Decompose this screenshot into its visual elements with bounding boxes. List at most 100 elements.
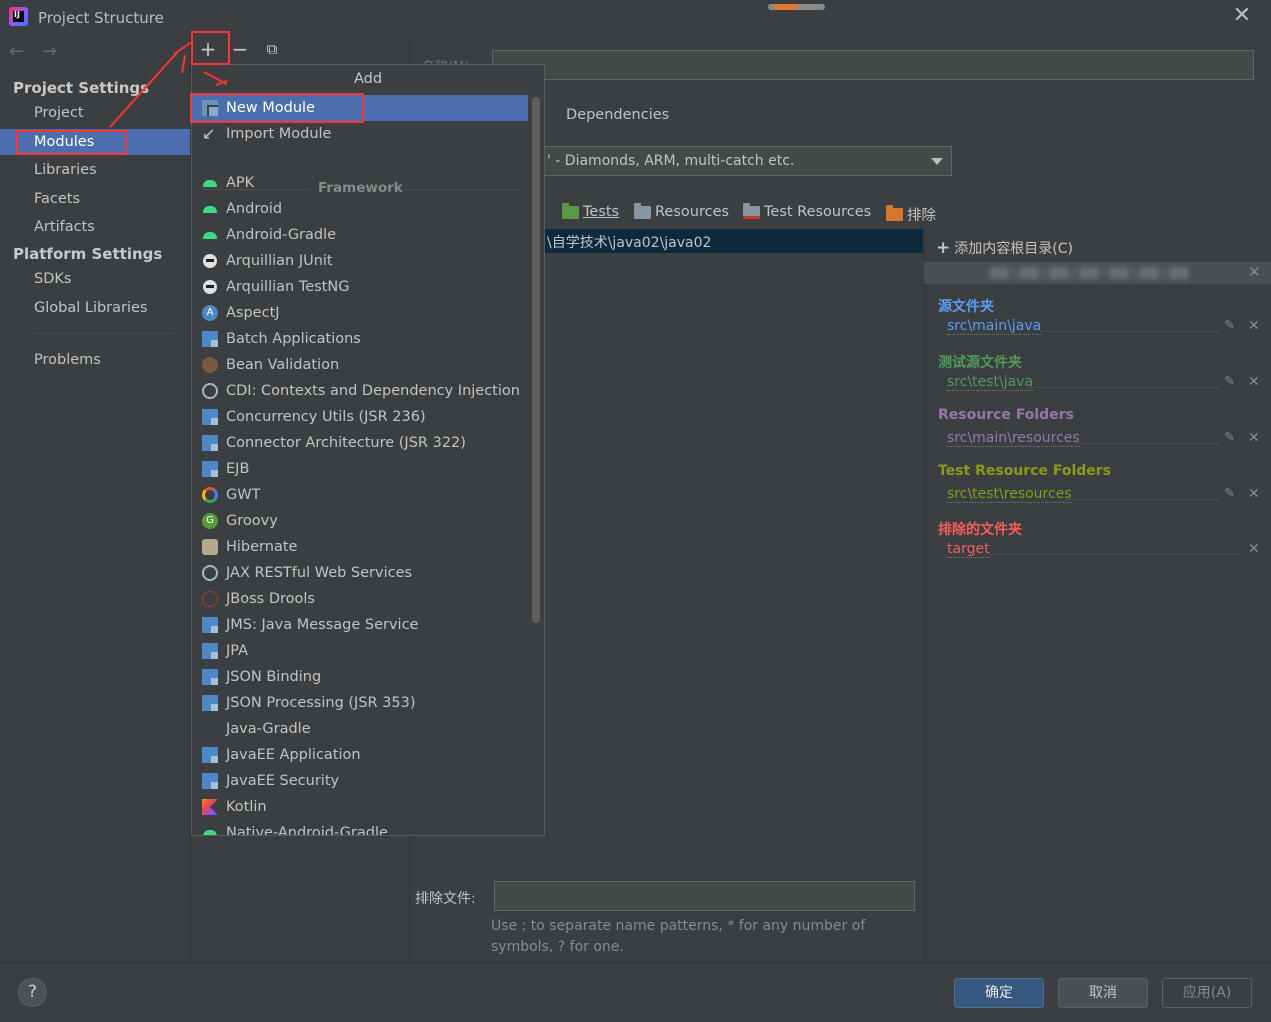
sidebar-item-problems[interactable]: Problems bbox=[0, 347, 190, 373]
menu-item-label: Arquillian TestNG bbox=[226, 279, 350, 295]
gwt-icon bbox=[202, 487, 218, 503]
menu-item-framework[interactable]: JSON Processing (JSR 353) bbox=[192, 690, 528, 716]
menu-item-framework[interactable]: Arquillian JUnit bbox=[192, 248, 528, 274]
settings-sidebar: ← → Project Settings Project Modules Lib… bbox=[0, 36, 191, 962]
sidebar-item-project[interactable]: Project bbox=[0, 100, 190, 126]
copy-icon[interactable]: ⧉ bbox=[260, 38, 284, 60]
jee-icon bbox=[202, 695, 218, 711]
drag-handle[interactable] bbox=[768, 4, 825, 10]
edit-icon[interactable]: ✎ bbox=[1224, 486, 1235, 501]
remove-root-icon[interactable]: ✕ bbox=[1248, 263, 1261, 281]
menu-item-import-module[interactable]: Import Module bbox=[192, 121, 528, 147]
menu-item-label: Connector Architecture (JSR 322) bbox=[226, 435, 466, 451]
menu-item-framework[interactable]: JPA bbox=[192, 638, 528, 664]
menu-item-framework[interactable]: JavaEE Application bbox=[192, 742, 528, 768]
menu-item-framework[interactable]: A AspectJ bbox=[192, 300, 528, 326]
sidebar-item-artifacts[interactable]: Artifacts bbox=[0, 214, 190, 240]
tab-dependencies[interactable]: Dependencies bbox=[566, 107, 669, 123]
source-folders-heading: 源文件夹 bbox=[938, 299, 994, 315]
resources-folder-icon bbox=[634, 202, 651, 219]
delete-icon[interactable]: ✕ bbox=[1248, 318, 1260, 334]
menu-item-framework[interactable]: JAX RESTful Web Services bbox=[192, 560, 528, 586]
menu-item-framework[interactable]: EJB bbox=[192, 456, 528, 482]
intellij-app-icon: IJ bbox=[9, 7, 28, 26]
platform-settings-heading: Platform Settings bbox=[13, 245, 163, 263]
menu-item-framework[interactable]: Java-Gradle bbox=[192, 716, 528, 742]
cancel-button[interactable]: 取消 bbox=[1058, 978, 1148, 1008]
module-name-field[interactable] bbox=[492, 50, 1254, 80]
mark-tests-button[interactable]: Tests bbox=[562, 202, 620, 220]
globe-icon bbox=[202, 565, 218, 581]
menu-item-framework[interactable]: Android-Gradle bbox=[192, 222, 528, 248]
sidebar-item-global-libraries[interactable]: Global Libraries bbox=[0, 295, 190, 321]
delete-icon[interactable]: ✕ bbox=[1248, 541, 1260, 557]
delete-icon[interactable]: ✕ bbox=[1248, 486, 1260, 502]
sidebar-item-sdks[interactable]: SDKs bbox=[0, 266, 190, 292]
menu-item-framework[interactable]: Concurrency Utils (JSR 236) bbox=[192, 404, 528, 430]
excluded-folder-icon bbox=[886, 205, 903, 221]
mark-test-resources-button[interactable]: Test Resources bbox=[743, 202, 872, 220]
popup-scrollbar[interactable] bbox=[532, 97, 540, 623]
help-button[interactable]: ? bbox=[18, 978, 47, 1007]
sidebar-item-libraries[interactable]: Libraries bbox=[0, 157, 190, 183]
menu-item-framework[interactable]: G Groovy bbox=[192, 508, 528, 534]
edit-icon[interactable]: ✎ bbox=[1224, 430, 1235, 445]
menu-item-framework[interactable]: Native-Android-Gradle bbox=[192, 820, 528, 835]
jboss-icon bbox=[202, 591, 218, 607]
exclude-files-input[interactable] bbox=[494, 881, 915, 911]
android-icon bbox=[202, 175, 218, 191]
menu-item-framework[interactable]: JMS: Java Message Service bbox=[192, 612, 528, 638]
menu-item-framework[interactable]: JavaEE Security bbox=[192, 768, 528, 794]
menu-item-framework[interactable]: JSON Binding bbox=[192, 664, 528, 690]
forward-arrow-icon[interactable]: → bbox=[42, 41, 57, 62]
add-content-root-button[interactable]: + 添加内容根目录(C) bbox=[936, 238, 1073, 258]
menu-item-framework[interactable]: Kotlin bbox=[192, 794, 528, 820]
menu-item-framework[interactable]: CDI: Contexts and Dependency Injection bbox=[192, 378, 528, 404]
ok-button[interactable]: 确定 bbox=[954, 978, 1044, 1008]
leader-dots bbox=[1040, 331, 1220, 332]
language-level-select[interactable]: ' - Diamonds, ARM, multi-catch etc. bbox=[536, 146, 952, 176]
close-icon[interactable]: ✕ bbox=[1232, 5, 1252, 27]
remove-icon[interactable]: − bbox=[228, 38, 252, 60]
alien-icon bbox=[202, 253, 218, 269]
menu-item-framework[interactable]: APK bbox=[192, 170, 528, 196]
content-root-tree-row[interactable]: \自学技术\java02\java02 bbox=[537, 229, 923, 253]
jee-icon bbox=[202, 461, 218, 477]
menu-item-framework[interactable]: Batch Applications bbox=[192, 326, 528, 352]
mark-tests-label: Tests bbox=[583, 204, 620, 220]
excluded-folder-path: target bbox=[947, 541, 990, 558]
edit-icon[interactable]: ✎ bbox=[1224, 374, 1235, 389]
menu-item-framework[interactable]: GWT bbox=[192, 482, 528, 508]
delete-icon[interactable]: ✕ bbox=[1248, 430, 1260, 446]
plus-icon: + bbox=[936, 238, 951, 258]
menu-item-framework[interactable]: Bean Validation bbox=[192, 352, 528, 378]
android-icon bbox=[202, 201, 218, 217]
menu-item-framework[interactable]: Android bbox=[192, 196, 528, 222]
menu-item-label: Groovy bbox=[226, 513, 278, 529]
mark-test-resources-label: Test Resources bbox=[764, 204, 872, 220]
project-settings-heading: Project Settings bbox=[13, 79, 150, 97]
edit-icon[interactable]: ✎ bbox=[1224, 318, 1235, 333]
menu-item-framework[interactable]: Connector Architecture (JSR 322) bbox=[192, 430, 528, 456]
mark-excluded-button[interactable]: 排除 bbox=[886, 204, 936, 225]
batch-icon bbox=[202, 331, 218, 347]
annotation-box-modules bbox=[16, 130, 127, 155]
test-resource-folders-heading: Test Resource Folders bbox=[938, 463, 1112, 479]
mark-resources-button[interactable]: Resources bbox=[634, 202, 729, 220]
aspectj-icon: A bbox=[202, 305, 218, 321]
menu-item-framework[interactable]: Hibernate bbox=[192, 534, 528, 560]
menu-item-label: EJB bbox=[226, 461, 250, 477]
mark-excluded-label: 排除 bbox=[907, 208, 936, 224]
menu-item-label: Concurrency Utils (JSR 236) bbox=[226, 409, 426, 425]
sidebar-item-facets[interactable]: Facets bbox=[0, 186, 190, 212]
menu-item-label: JAX RESTful Web Services bbox=[226, 565, 413, 581]
menu-item-framework[interactable]: Arquillian TestNG bbox=[192, 274, 528, 300]
jee-icon bbox=[202, 747, 218, 763]
resource-folder-path: src\main\resources bbox=[947, 430, 1080, 447]
leader-dots bbox=[1076, 443, 1220, 444]
leader-dots bbox=[1030, 387, 1220, 388]
delete-icon[interactable]: ✕ bbox=[1248, 374, 1260, 390]
apply-button[interactable]: 应用(A) bbox=[1162, 978, 1252, 1008]
back-arrow-icon[interactable]: ← bbox=[9, 41, 24, 62]
menu-item-framework[interactable]: JBoss Drools bbox=[192, 586, 528, 612]
